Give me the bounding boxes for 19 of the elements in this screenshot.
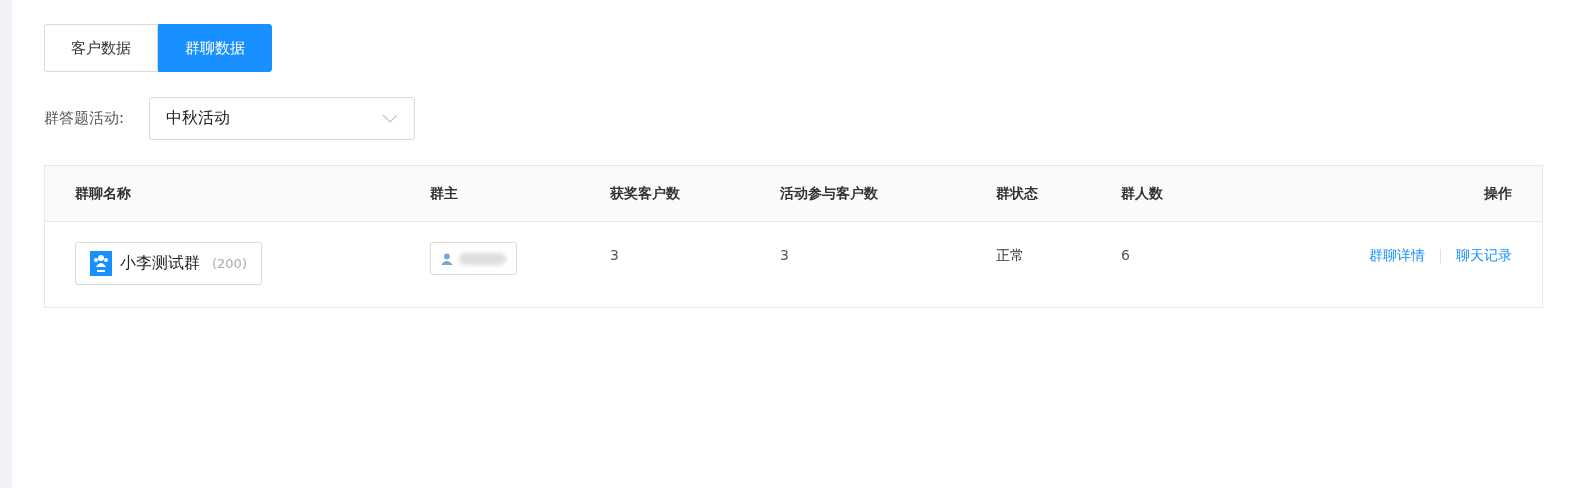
column-header: 群聊名称 — [75, 184, 131, 203]
table-cell: 3 — [610, 247, 619, 263]
table-cell: 3 — [780, 247, 789, 263]
group-chat-icon — [90, 251, 112, 276]
activity-dropdown[interactable]: 中秋活动 — [149, 97, 415, 140]
group-name-tag[interactable]: 小李测试群 (200) — [75, 242, 262, 285]
column-header: 群主 — [430, 184, 458, 203]
column-header: 操作 — [1484, 184, 1512, 203]
table-cell: 6 — [1121, 247, 1130, 263]
column-header: 活动参与客户数 — [780, 184, 878, 203]
table-cell: 正常 — [996, 247, 1024, 265]
column-header: 群人数 — [1121, 184, 1163, 203]
blurred-name — [458, 252, 506, 265]
column-header: 获奖客户数 — [610, 184, 680, 203]
chevron-down-icon — [382, 114, 398, 123]
tab[interactable]: 客户数据 — [44, 24, 158, 72]
user-icon — [441, 252, 453, 265]
filter-label: 群答题活动: — [44, 109, 126, 128]
column-header: 群状态 — [996, 184, 1038, 203]
